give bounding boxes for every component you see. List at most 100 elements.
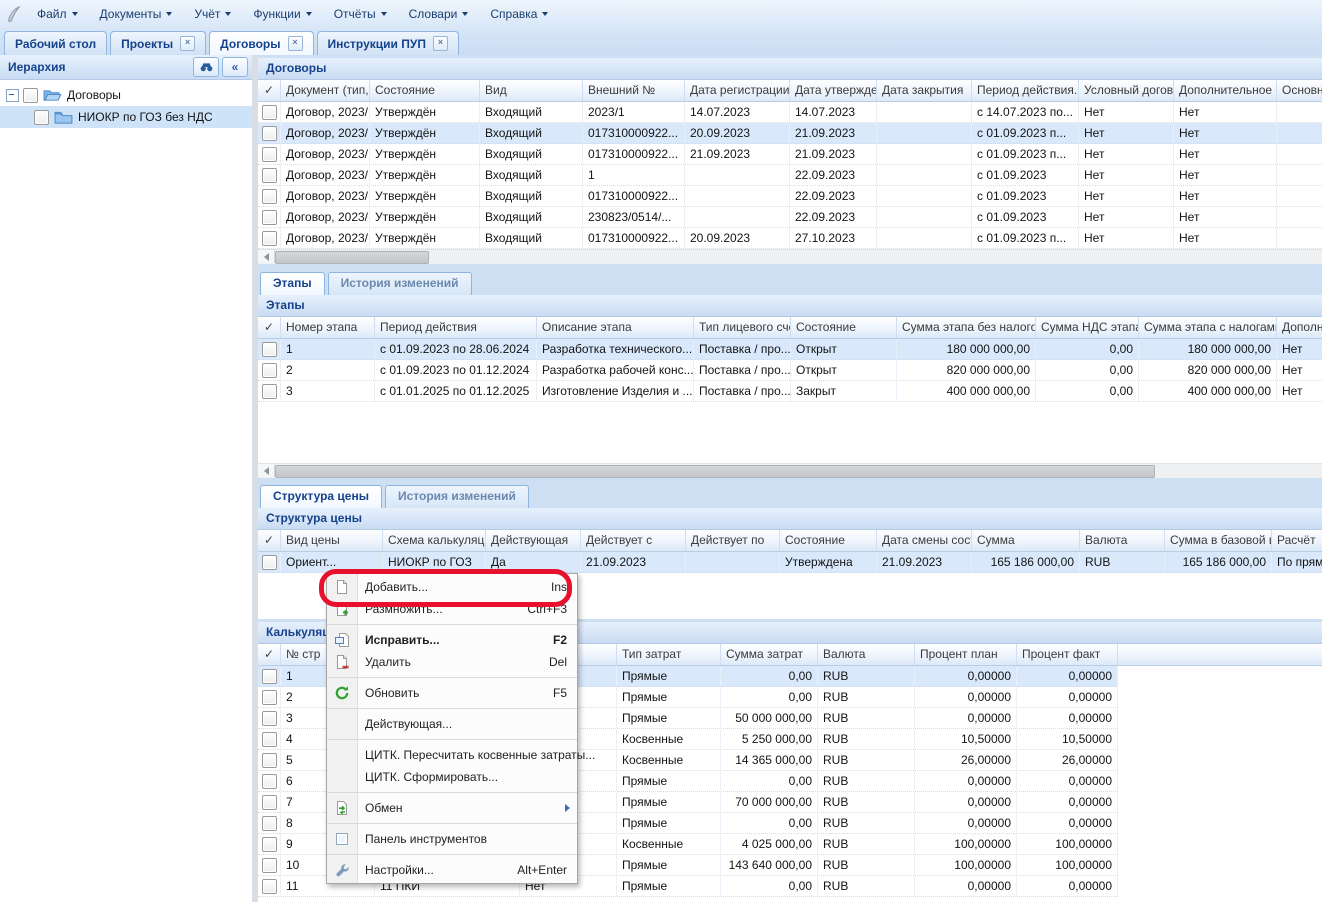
column-header[interactable]: Сумма НДС этапа (1036, 317, 1139, 338)
row-checkbox[interactable] (262, 774, 277, 789)
menubar-item[interactable]: Документы (89, 0, 184, 28)
column-header[interactable]: Дата регистрации (685, 80, 790, 101)
column-header[interactable]: Состояние (370, 80, 480, 101)
column-header[interactable]: Расчёт (1272, 530, 1322, 551)
tab-pup-instructions[interactable]: Инструкции ПУП× (317, 31, 459, 55)
row-checkbox[interactable] (262, 105, 277, 120)
tree-checkbox[interactable] (23, 88, 38, 103)
row-checkbox[interactable] (262, 732, 277, 747)
column-header[interactable]: Вид (480, 80, 583, 101)
column-header[interactable]: Валюта (1080, 530, 1165, 551)
row-checkbox[interactable] (262, 231, 277, 246)
row-checkbox[interactable] (262, 837, 277, 852)
column-header[interactable]: Сумма в базовой в (1165, 530, 1272, 551)
row-checkbox[interactable] (262, 795, 277, 810)
table-row[interactable]: 3 с 01.01.2025 по 01.12.2025 Изготовлени… (258, 381, 1322, 402)
column-header[interactable]: Процент план (915, 644, 1017, 665)
table-row[interactable]: Договор, 2023/... Утверждён Входящий 230… (258, 207, 1322, 228)
column-header[interactable]: Внешний № (583, 80, 685, 101)
row-checkbox[interactable] (262, 879, 277, 894)
tree-checkbox[interactable] (34, 110, 49, 125)
column-header[interactable]: Период действия.. (972, 80, 1079, 101)
row-checkbox[interactable] (262, 816, 277, 831)
row-checkbox[interactable] (262, 168, 277, 183)
menu-item-delete[interactable]: Удалить Del (327, 651, 577, 673)
tab-stages-history[interactable]: История изменений (328, 272, 472, 295)
column-header[interactable]: Дата утверждения (790, 80, 877, 101)
table-row[interactable]: Договор, 2023/... Утверждён Входящий 017… (258, 186, 1322, 207)
column-header[interactable]: Дополнительное с (1174, 80, 1277, 101)
column-header[interactable]: Документ (тип, № (281, 80, 370, 101)
tree-item-contracts[interactable]: Договоры (0, 84, 252, 106)
column-header[interactable]: ✓ (258, 80, 281, 101)
column-header[interactable]: Валюта (818, 644, 915, 665)
collapse-expander-icon[interactable] (6, 89, 19, 102)
menubar-item[interactable]: Справка (479, 0, 559, 28)
row-checkbox[interactable] (262, 669, 277, 684)
tab-price-history[interactable]: История изменений (385, 485, 529, 508)
menubar-item[interactable]: Учёт (183, 0, 242, 28)
close-icon[interactable]: × (180, 36, 195, 51)
menubar-item[interactable]: Словари (398, 0, 480, 28)
column-header[interactable]: Описание этапа (537, 317, 694, 338)
table-row[interactable]: 2 с 01.09.2023 по 01.12.2024 Разработка … (258, 360, 1322, 381)
column-header[interactable]: Дата закрытия (877, 80, 972, 101)
table-row[interactable]: Договор, 2023/... Утверждён Входящий 202… (258, 102, 1322, 123)
column-header[interactable]: Дополн (1277, 317, 1322, 338)
column-header[interactable]: Состояние (791, 317, 897, 338)
table-row[interactable]: Договор, 2023/... Утверждён Входящий 017… (258, 228, 1322, 249)
menu-item-citk-form[interactable]: ЦИТК. Сформировать... (327, 766, 577, 788)
column-header[interactable]: Сумма затрат (721, 644, 818, 665)
column-header[interactable]: Процент факт (1017, 644, 1118, 665)
close-icon[interactable]: × (288, 36, 303, 51)
row-checkbox[interactable] (262, 753, 277, 768)
close-icon[interactable]: × (433, 36, 448, 51)
column-header[interactable]: ✓ (258, 530, 281, 551)
column-header[interactable]: Схема калькуляци (383, 530, 486, 551)
table-row[interactable]: Договор, 2023/... Утверждён Входящий 017… (258, 144, 1322, 165)
column-header[interactable]: Основн (1277, 80, 1322, 101)
column-header[interactable]: Сумма этапа без налогов (897, 317, 1036, 338)
table-row[interactable]: Договор, 2023/... Утверждён Входящий 1 2… (258, 165, 1322, 186)
row-checkbox[interactable] (262, 711, 277, 726)
menu-item-refresh[interactable]: Обновить F5 (327, 682, 577, 704)
menu-item-toolbar[interactable]: Панель инструментов (327, 828, 577, 850)
column-header[interactable]: Период действия (375, 317, 537, 338)
column-header[interactable]: Дата смены состоя (877, 530, 972, 551)
column-header[interactable]: Тип затрат (617, 644, 721, 665)
row-checkbox[interactable] (262, 126, 277, 141)
menubar-item[interactable]: Файл (26, 0, 89, 28)
row-checkbox[interactable] (262, 384, 277, 399)
row-checkbox[interactable] (262, 342, 277, 357)
column-header[interactable]: Тип лицевого счёт (694, 317, 791, 338)
column-header[interactable]: Действует по (686, 530, 780, 551)
search-button[interactable] (193, 57, 219, 77)
row-checkbox[interactable] (262, 858, 277, 873)
table-row[interactable]: Договор, 2023/... Утверждён Входящий 017… (258, 123, 1322, 144)
tab-projects[interactable]: Проекты× (110, 31, 206, 55)
column-header[interactable]: Сумма (972, 530, 1080, 551)
menu-item-citk-recalc[interactable]: ЦИТК. Пересчитать косвенные затраты... (327, 744, 577, 766)
tree-item-niokr[interactable]: НИОКР по ГОЗ без НДС (0, 106, 252, 128)
column-header[interactable]: ✓ (258, 317, 281, 338)
column-header[interactable]: Номер этапа (281, 317, 375, 338)
tab-stages[interactable]: Этапы (260, 272, 325, 295)
tab-contracts[interactable]: Договоры× (209, 31, 313, 55)
scroll-left-button[interactable] (258, 464, 275, 477)
row-checkbox[interactable] (262, 555, 277, 570)
tab-price-structure[interactable]: Структура цены (260, 485, 382, 508)
scroll-left-button[interactable] (258, 250, 275, 263)
row-checkbox[interactable] (262, 189, 277, 204)
tab-desktop[interactable]: Рабочий стол (4, 31, 107, 55)
collapse-panel-button[interactable]: « (222, 57, 248, 77)
menu-item-settings[interactable]: Настройки... Alt+Enter (327, 859, 577, 881)
column-header[interactable]: Действующая (486, 530, 581, 551)
column-header[interactable]: Условный договор (1079, 80, 1174, 101)
menu-item-current[interactable]: Действующая... (327, 713, 577, 735)
scrollbar-thumb[interactable] (275, 251, 429, 264)
column-header[interactable]: Действует с (581, 530, 686, 551)
menubar-item[interactable]: Отчёты (323, 0, 398, 28)
column-header[interactable]: Сумма этапа с налогами (1139, 317, 1277, 338)
menubar-item[interactable]: Функции (242, 0, 322, 28)
menu-item-edit[interactable]: Исправить... F2 (327, 629, 577, 651)
